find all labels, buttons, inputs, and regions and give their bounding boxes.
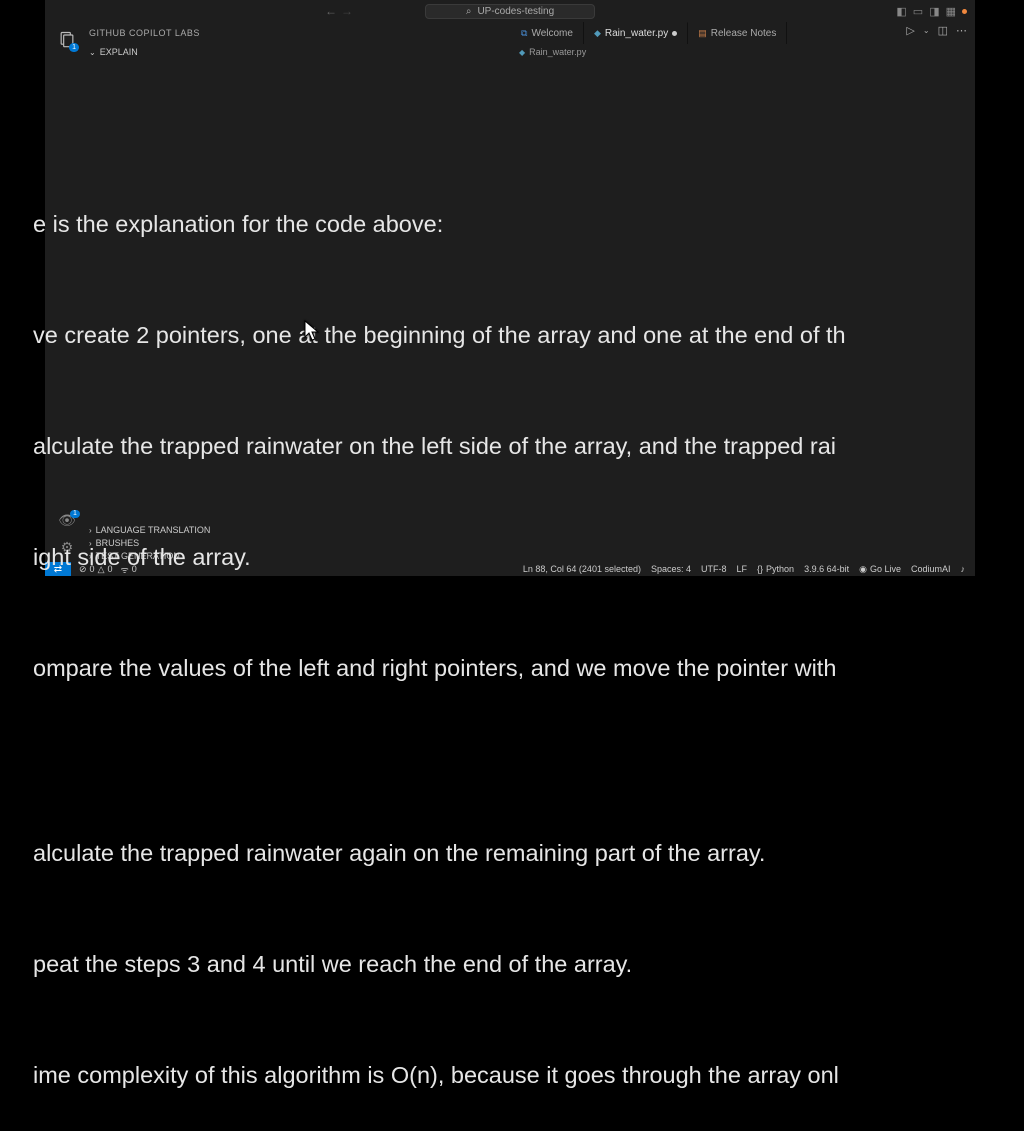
dirty-indicator-icon bbox=[672, 31, 677, 36]
python-icon: ◆ bbox=[594, 28, 601, 39]
nav-forward-icon[interactable]: → bbox=[341, 4, 353, 18]
explain-label: EXPLAIN bbox=[100, 47, 138, 57]
sidebar-section-explain[interactable]: ⌄ EXPLAIN bbox=[45, 44, 975, 60]
chevron-down-icon: ⌄ bbox=[89, 48, 96, 57]
chevron-down-icon[interactable]: ⌄ bbox=[923, 26, 930, 35]
sidebar-title: GITHUB COPILOT LABS bbox=[89, 28, 200, 38]
notes-icon: ▤ bbox=[698, 28, 707, 39]
title-bar: ← → ⌕ UP-codes-testing ◧ ▭ ◨ ▦ bbox=[45, 0, 975, 22]
run-icon[interactable]: ▷ bbox=[906, 24, 914, 37]
activity-bar: 1 bbox=[45, 22, 89, 50]
tab-release-notes[interactable]: ▤ Release Notes bbox=[688, 22, 787, 44]
explorer-badge: 1 bbox=[69, 43, 79, 52]
notification-dot-icon bbox=[962, 9, 967, 14]
workspace-name: UP-codes-testing bbox=[477, 6, 554, 17]
editor-tabs: ⧉ Welcome ◆ Rain_water.py ▤ Release Note… bbox=[511, 22, 975, 44]
split-editor-icon[interactable]: ◫ bbox=[938, 24, 948, 37]
layout-panel-icon[interactable]: ▭ bbox=[913, 5, 923, 18]
breadcrumb-file: Rain_water.py bbox=[529, 47, 586, 57]
python-icon: ◆ bbox=[519, 48, 525, 57]
copilot-explanation-text: e is the explanation for the code above:… bbox=[0, 132, 980, 1131]
search-icon: ⌕ bbox=[466, 6, 472, 17]
explorer-icon[interactable]: 1 bbox=[57, 30, 77, 50]
command-center[interactable]: ⌕ UP-codes-testing bbox=[425, 4, 595, 19]
more-actions-icon[interactable]: ⋯ bbox=[956, 24, 967, 37]
layout-sidebar-left-icon[interactable]: ◧ bbox=[896, 5, 906, 18]
tab-rain-water[interactable]: ◆ Rain_water.py bbox=[584, 22, 688, 44]
vscode-icon: ⧉ bbox=[521, 28, 527, 39]
layout-customize-icon[interactable]: ▦ bbox=[946, 5, 956, 18]
tab-welcome[interactable]: ⧉ Welcome bbox=[511, 22, 584, 44]
editor-actions: ▷ ⌄ ◫ ⋯ bbox=[906, 24, 967, 37]
breadcrumb[interactable]: ◆ Rain_water.py bbox=[511, 44, 586, 60]
nav-back-icon[interactable]: ← bbox=[325, 4, 337, 18]
layout-sidebar-right-icon[interactable]: ◨ bbox=[929, 5, 939, 18]
